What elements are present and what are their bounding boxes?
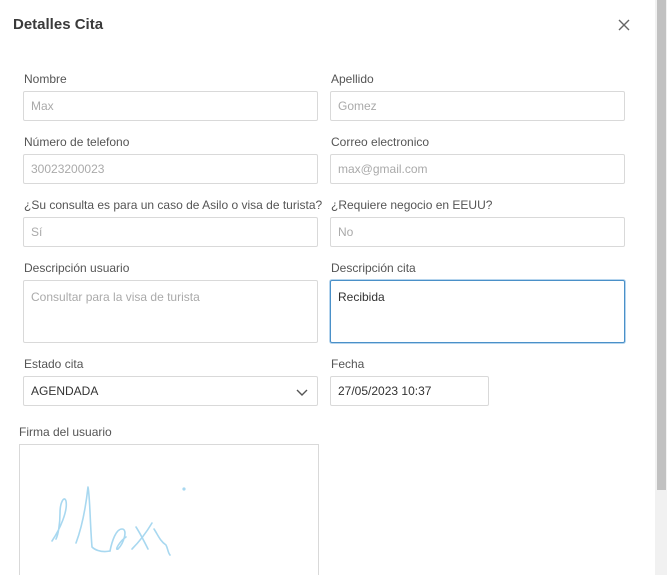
telefono-value: 30023200023 (31, 162, 105, 176)
nombre-label: Nombre (24, 72, 67, 86)
asilo-label: ¿Su consulta es para un caso de Asilo o … (24, 198, 323, 212)
telefono-field[interactable]: 30023200023 (23, 154, 318, 184)
signature-pad[interactable] (19, 444, 319, 575)
estado-label: Estado cita (24, 357, 84, 371)
close-button[interactable] (614, 15, 634, 35)
desc-usuario-label: Descripción usuario (24, 261, 130, 275)
negocio-value: No (338, 225, 354, 239)
correo-field[interactable]: max@gmail.com (330, 154, 625, 184)
close-icon (618, 19, 630, 31)
estado-value: AGENDADA (31, 384, 99, 398)
firma-label: Firma del usuario (19, 425, 112, 439)
desc-usuario-textarea[interactable]: Consultar para la visa de turista (23, 280, 318, 343)
negocio-label: ¿Requiere negocio en EEUU? (331, 198, 493, 212)
desc-usuario-value: Consultar para la visa de turista (31, 290, 200, 304)
fecha-value: 27/05/2023 10:37 (338, 384, 432, 398)
correo-value: max@gmail.com (338, 162, 428, 176)
desc-cita-textarea[interactable]: Recibida (330, 280, 625, 343)
negocio-field[interactable]: No (330, 217, 625, 247)
asilo-field[interactable]: Sí (23, 217, 318, 247)
scrollbar-thumb[interactable] (657, 0, 666, 490)
apellido-value: Gomez (338, 99, 377, 113)
nombre-value: Max (31, 99, 54, 113)
desc-cita-value: Recibida (338, 290, 385, 304)
modal-title: Detalles Cita (13, 16, 104, 33)
desc-cita-label: Descripción cita (331, 261, 416, 275)
estado-select[interactable]: AGENDADA (23, 376, 318, 406)
fecha-field[interactable]: 27/05/2023 10:37 (330, 376, 489, 406)
appointment-details-modal: Detalles Cita Nombre Max Apellido Gomez … (0, 0, 655, 575)
signature-drawing (51, 486, 186, 556)
nombre-field[interactable]: Max (23, 91, 318, 121)
asilo-value: Sí (31, 225, 43, 239)
apellido-label: Apellido (331, 72, 374, 86)
chevron-down-icon (296, 389, 308, 396)
correo-label: Correo electronico (331, 135, 430, 149)
fecha-label: Fecha (331, 357, 365, 371)
telefono-label: Número de telefono (24, 135, 130, 149)
apellido-field[interactable]: Gomez (330, 91, 625, 121)
